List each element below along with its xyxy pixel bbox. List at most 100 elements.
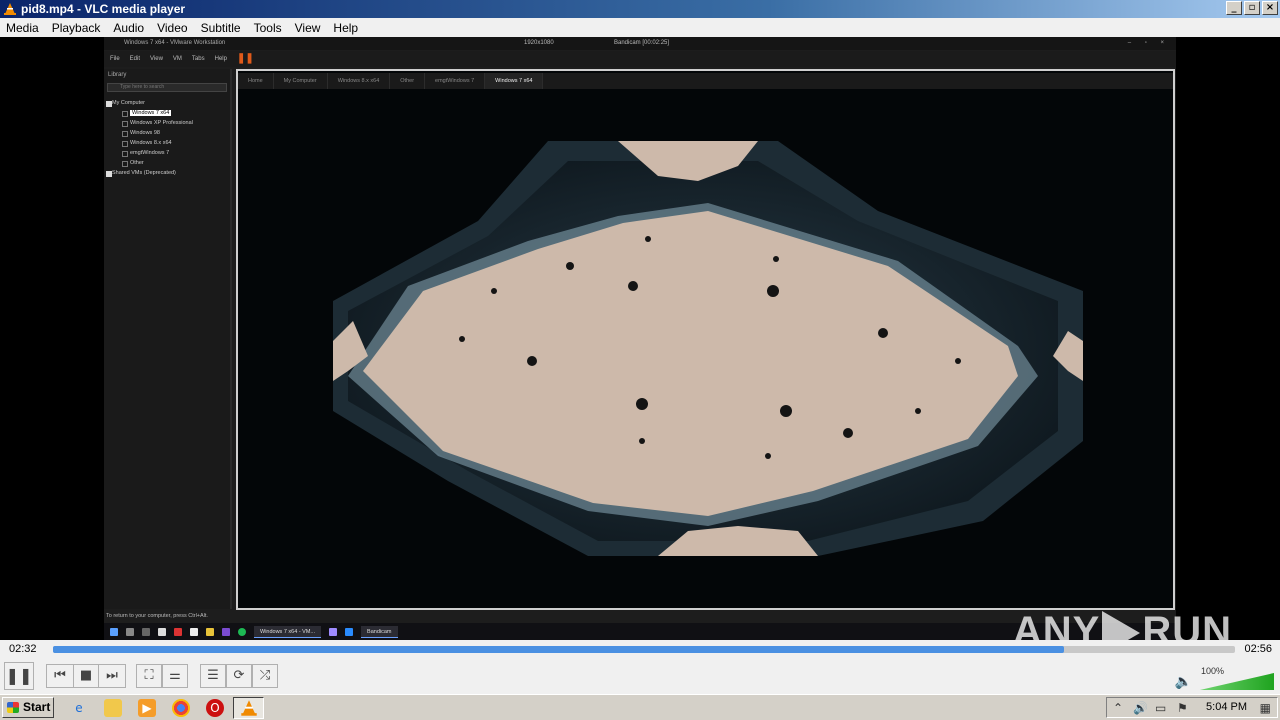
vlc-taskbar-icon bbox=[241, 700, 257, 716]
close-button[interactable]: × bbox=[1262, 1, 1278, 15]
elapsed-time: 02:32 bbox=[9, 643, 37, 655]
taskbar-vlc-button[interactable] bbox=[233, 697, 264, 719]
vmware-window: Windows 7 x64 - VMware Workstation 1920x… bbox=[104, 37, 1176, 640]
clock: 5:04 PM bbox=[1206, 701, 1247, 713]
menu-subtitle[interactable]: Subtitle bbox=[195, 21, 248, 35]
minimize-button[interactable]: _ bbox=[1226, 1, 1242, 15]
map-unit bbox=[773, 256, 779, 262]
vmware-menu-help: Help bbox=[214, 56, 227, 62]
playback-controls: ❚❚ ⏮ ■ ⏭ ⛶ ⚌ ☰ ⟳ ⤮ 🔈 100% bbox=[0, 660, 1280, 694]
menu-media[interactable]: Media bbox=[0, 21, 46, 35]
vmware-menu-vm: VM bbox=[172, 56, 182, 62]
windows-flag-icon bbox=[7, 702, 19, 713]
vmware-menu: File Edit View VM Tabs Help ❚❚ bbox=[104, 51, 1176, 67]
vmware-title: Windows 7 x64 - VMware Workstation bbox=[124, 40, 226, 46]
tree-item-win8: Windows 8.x x64 bbox=[104, 138, 230, 148]
map-unit bbox=[636, 398, 648, 410]
tree-item-other: Other bbox=[104, 158, 230, 168]
show-desktop-icon[interactable]: ▦ bbox=[1260, 701, 1271, 715]
map-unit bbox=[639, 438, 645, 444]
vmware-window-controls: – ▫ × bbox=[1127, 40, 1170, 46]
library-label: Library bbox=[108, 72, 127, 78]
map-unit bbox=[915, 408, 921, 414]
seek-bar[interactable] bbox=[53, 646, 1235, 653]
vmware-menu-view: View bbox=[150, 56, 163, 62]
vmware-pause-icon: ❚❚ bbox=[236, 53, 254, 64]
speaker-icon[interactable]: 🔈 bbox=[1175, 674, 1192, 690]
map-unit bbox=[459, 336, 465, 342]
menu-video[interactable]: Video bbox=[151, 21, 194, 35]
tree-item-win7-x64: Windows 7 x64 bbox=[104, 108, 230, 118]
system-tray: ⌃ 🔊 ▭ ⚑ 5:04 PM ▦ bbox=[1106, 697, 1278, 718]
tray-network-icon[interactable]: ▭ bbox=[1155, 701, 1166, 715]
fullscreen-button[interactable]: ⛶ bbox=[136, 664, 162, 688]
menu-tools[interactable]: Tools bbox=[248, 21, 289, 35]
shuffle-button[interactable]: ⤮ bbox=[252, 664, 278, 688]
restore-button[interactable]: ▫ bbox=[1244, 1, 1260, 15]
loop-button[interactable]: ⟳ bbox=[226, 664, 252, 688]
stop-button[interactable]: ■ bbox=[73, 664, 99, 688]
guest-vs-icon bbox=[222, 627, 230, 636]
menu-audio[interactable]: Audio bbox=[107, 21, 151, 35]
guest-task-vmware: Windows 7 x64 - VM... bbox=[254, 625, 322, 638]
vmware-library: Library Type here to search My Computer … bbox=[104, 69, 232, 609]
menu-help[interactable]: Help bbox=[327, 21, 365, 35]
vm-screen: Home My Computer Windows 8.x x64 Other e… bbox=[236, 69, 1175, 610]
map-unit bbox=[780, 405, 792, 417]
tree-item-shared-vms: Shared VMs (Deprecated) bbox=[104, 168, 230, 178]
tray-flag-icon[interactable]: ⚑ bbox=[1177, 701, 1188, 715]
video-area[interactable]: Windows 7 x64 - VMware Workstation 1920x… bbox=[0, 37, 1280, 656]
guest-task-bandicam: Bandicam bbox=[361, 625, 398, 638]
map-unit bbox=[527, 356, 537, 366]
tree-item-win98: Windows 98 bbox=[104, 128, 230, 138]
map-unit bbox=[878, 328, 888, 338]
tree-item-winxp: Windows XP Professional bbox=[104, 118, 230, 128]
vmware-recording-status: Bandicam [00:02:25] bbox=[614, 40, 670, 46]
playlist-button[interactable]: ☰ bbox=[200, 664, 226, 688]
map-unit bbox=[566, 262, 574, 270]
menu-bar: Media Playback Audio Video Subtitle Tool… bbox=[0, 18, 1280, 37]
media-player-icon[interactable]: ▶ bbox=[138, 699, 156, 717]
window-titlebar: pid8.mp4 - VLC media player _ ▫ × bbox=[0, 0, 1280, 18]
menu-view[interactable]: View bbox=[289, 21, 328, 35]
explorer-icon[interactable] bbox=[104, 699, 122, 717]
map-unit bbox=[765, 453, 771, 459]
vmware-titlebar: Windows 7 x64 - VMware Workstation 1920x… bbox=[104, 37, 1176, 50]
menu-playback[interactable]: Playback bbox=[46, 21, 108, 35]
chrome-icon[interactable] bbox=[172, 699, 190, 717]
game-map-scene bbox=[333, 141, 1083, 556]
library-tree: My Computer Windows 7 x64 Windows XP Pro… bbox=[104, 98, 230, 178]
windows-taskbar: Start e ▶ O ⌃ 🔊 ▭ ⚑ 5:04 PM ▦ bbox=[0, 694, 1280, 720]
extended-settings-button[interactable]: ⚌ bbox=[162, 664, 188, 688]
guest-app-icon bbox=[158, 627, 166, 636]
next-button[interactable]: ⏭ bbox=[98, 664, 126, 688]
library-search: Type here to search bbox=[107, 83, 227, 92]
tray-volume-icon[interactable]: 🔊 bbox=[1133, 701, 1148, 715]
vmware-hint: To return to your computer, press Ctrl+A… bbox=[106, 613, 208, 619]
vmware-menu-tabs: Tabs bbox=[191, 56, 205, 62]
volume-percent: 100% bbox=[1200, 666, 1224, 676]
guest-taskview-icon bbox=[142, 627, 150, 636]
guest-app-icon bbox=[345, 627, 354, 636]
map-unit bbox=[645, 236, 651, 242]
opera-icon[interactable]: O bbox=[206, 699, 224, 717]
window-title: pid8.mp4 - VLC media player bbox=[21, 2, 186, 16]
guest-start-icon bbox=[110, 627, 118, 636]
vmware-menu-file: File bbox=[110, 56, 120, 62]
map-unit bbox=[955, 358, 961, 364]
guest-app-icon bbox=[174, 627, 182, 636]
previous-button[interactable]: ⏮ bbox=[46, 664, 74, 688]
start-button[interactable]: Start bbox=[2, 697, 54, 718]
pause-button[interactable]: ❚❚ bbox=[4, 662, 34, 690]
tree-item-emgt-win7: emgtWindows 7 bbox=[104, 148, 230, 158]
guest-search-icon bbox=[126, 627, 134, 636]
tray-expand-icon[interactable]: ⌃ bbox=[1113, 701, 1123, 715]
ie-icon[interactable]: e bbox=[70, 699, 88, 717]
total-time: 02:56 bbox=[1244, 643, 1272, 655]
seek-row: 02:32 02:56 bbox=[0, 640, 1280, 660]
guest-folder-icon bbox=[206, 627, 214, 636]
vlc-cone-icon bbox=[4, 3, 16, 15]
guest-app-icon bbox=[329, 627, 338, 636]
guest-spotify-icon bbox=[238, 627, 246, 636]
map-unit bbox=[843, 428, 853, 438]
